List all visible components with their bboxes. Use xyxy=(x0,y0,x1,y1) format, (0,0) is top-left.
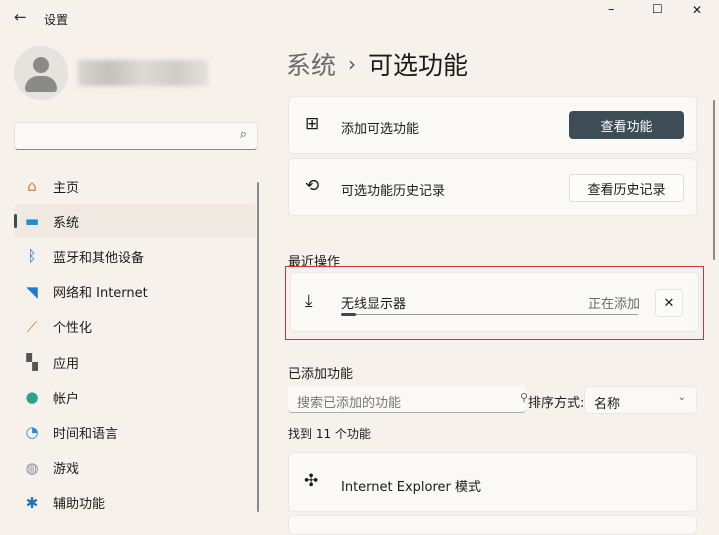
clock-globe-icon: ◔ xyxy=(25,423,39,442)
sidebar-item-8[interactable]: ◍ 游戏 xyxy=(14,451,256,485)
recent-item-card: ⤓ 无线显示器 正在添加 ✕ xyxy=(290,272,699,332)
add-feature-card: ⊞ 添加可选功能 查看功能 xyxy=(288,96,697,154)
breadcrumb-separator: › xyxy=(348,52,357,76)
sidebar-item-label: 网络和 Internet xyxy=(53,286,148,302)
brush-icon: ⟋ xyxy=(26,317,38,336)
settings-search-input[interactable]: ⌕ xyxy=(14,122,258,150)
sidebar-item-label: 游戏 xyxy=(53,462,80,478)
search-icon: ⌕ xyxy=(239,127,247,142)
home-icon: ⌂ xyxy=(27,177,37,195)
account-icon: ● xyxy=(25,388,39,407)
user-name-blurred xyxy=(78,60,208,86)
sidebar-item-5[interactable]: ▚ 应用 xyxy=(14,345,256,379)
sidebar-item-label: 蓝牙和其他设备 xyxy=(53,250,145,266)
window-title: 设置 xyxy=(44,13,69,27)
gamepad-icon: ◍ xyxy=(25,458,39,477)
apps-icon: ▚ xyxy=(26,353,38,371)
installed-search-input[interactable]: 搜索已添加的功能 ⚲ xyxy=(288,386,528,413)
sort-dropdown[interactable]: 名称 ⌄ xyxy=(584,386,697,414)
sidebar-scrollbar[interactable] xyxy=(257,182,259,512)
accessibility-icon: ✱ xyxy=(25,493,39,512)
recent-item-name: 无线显示器 xyxy=(341,297,407,312)
sidebar-item-label: 个性化 xyxy=(53,321,93,337)
download-icon: ⤓ xyxy=(305,291,313,311)
sidebar-item-9[interactable]: ✱ 辅助功能 xyxy=(14,486,256,520)
history-label: 可选功能历史记录 xyxy=(341,184,446,199)
sidebar-item-0[interactable]: ⌂ 主页 xyxy=(14,169,256,203)
feature-item-name: Internet Explorer 模式 xyxy=(341,480,482,495)
sidebar-item-label: 主页 xyxy=(53,180,80,196)
sidebar-item-label: 应用 xyxy=(53,356,80,372)
view-history-button[interactable]: 查看历史记录 xyxy=(569,174,684,202)
sidebar-item-4[interactable]: ⟋ 个性化 xyxy=(14,310,256,344)
wifi-icon: ◥ xyxy=(26,282,38,301)
minimize-button[interactable]: – xyxy=(608,2,615,17)
progress-fill xyxy=(341,313,356,316)
progress-bar xyxy=(341,313,638,316)
maximize-button[interactable]: ☐ xyxy=(652,2,663,16)
installed-heading: 已添加功能 xyxy=(288,367,354,382)
puzzle-icon: ✣ xyxy=(304,471,319,491)
sidebar-item-label: 辅助功能 xyxy=(53,497,106,513)
sidebar-item-label: 时间和语言 xyxy=(53,426,119,442)
sidebar-item-label: 系统 xyxy=(53,215,80,231)
sidebar-item-1[interactable]: ▬ 系统 xyxy=(14,204,256,239)
breadcrumb: 系统 › 可选功能 xyxy=(286,46,468,82)
back-button[interactable]: ← xyxy=(14,8,27,26)
sort-label: 排序方式: xyxy=(528,396,585,411)
sidebar-item-3[interactable]: ◥ 网络和 Internet xyxy=(14,275,256,309)
sidebar-item-6[interactable]: ● 帐户 xyxy=(14,380,256,414)
selected-indicator xyxy=(14,214,17,229)
page-title: 可选功能 xyxy=(368,51,469,80)
main-scrollbar[interactable] xyxy=(713,100,715,260)
installed-search-placeholder: 搜索已添加的功能 xyxy=(297,396,402,411)
system-icon: ▬ xyxy=(24,212,40,231)
add-feature-label: 添加可选功能 xyxy=(341,122,420,137)
bluetooth-icon: ᛒ xyxy=(27,247,37,266)
breadcrumb-parent[interactable]: 系统 xyxy=(286,46,336,82)
avatar xyxy=(14,46,68,100)
recent-item-status: 正在添加 xyxy=(588,297,641,312)
cancel-button[interactable]: ✕ xyxy=(655,289,683,317)
search-icon: ⚲ xyxy=(519,391,528,404)
feature-count: 找到 11 个功能 xyxy=(288,427,371,441)
history-card: ⟲ 可选功能历史记录 查看历史记录 xyxy=(288,158,697,216)
view-features-button[interactable]: 查看功能 xyxy=(569,111,684,139)
feature-item[interactable]: ✣ Internet Explorer 模式 xyxy=(288,452,697,512)
chevron-down-icon: ⌄ xyxy=(677,392,686,403)
sidebar-item-2[interactable]: ᛒ 蓝牙和其他设备 xyxy=(14,239,256,273)
close-button[interactable]: ✕ xyxy=(692,3,702,17)
sidebar-item-label: 帐户 xyxy=(53,391,80,407)
add-feature-icon: ⊞ xyxy=(305,114,320,134)
sidebar-item-7[interactable]: ◔ 时间和语言 xyxy=(14,415,256,449)
feature-item-next[interactable] xyxy=(288,515,697,535)
sort-value: 名称 xyxy=(594,397,621,412)
history-icon: ⟲ xyxy=(305,176,320,196)
